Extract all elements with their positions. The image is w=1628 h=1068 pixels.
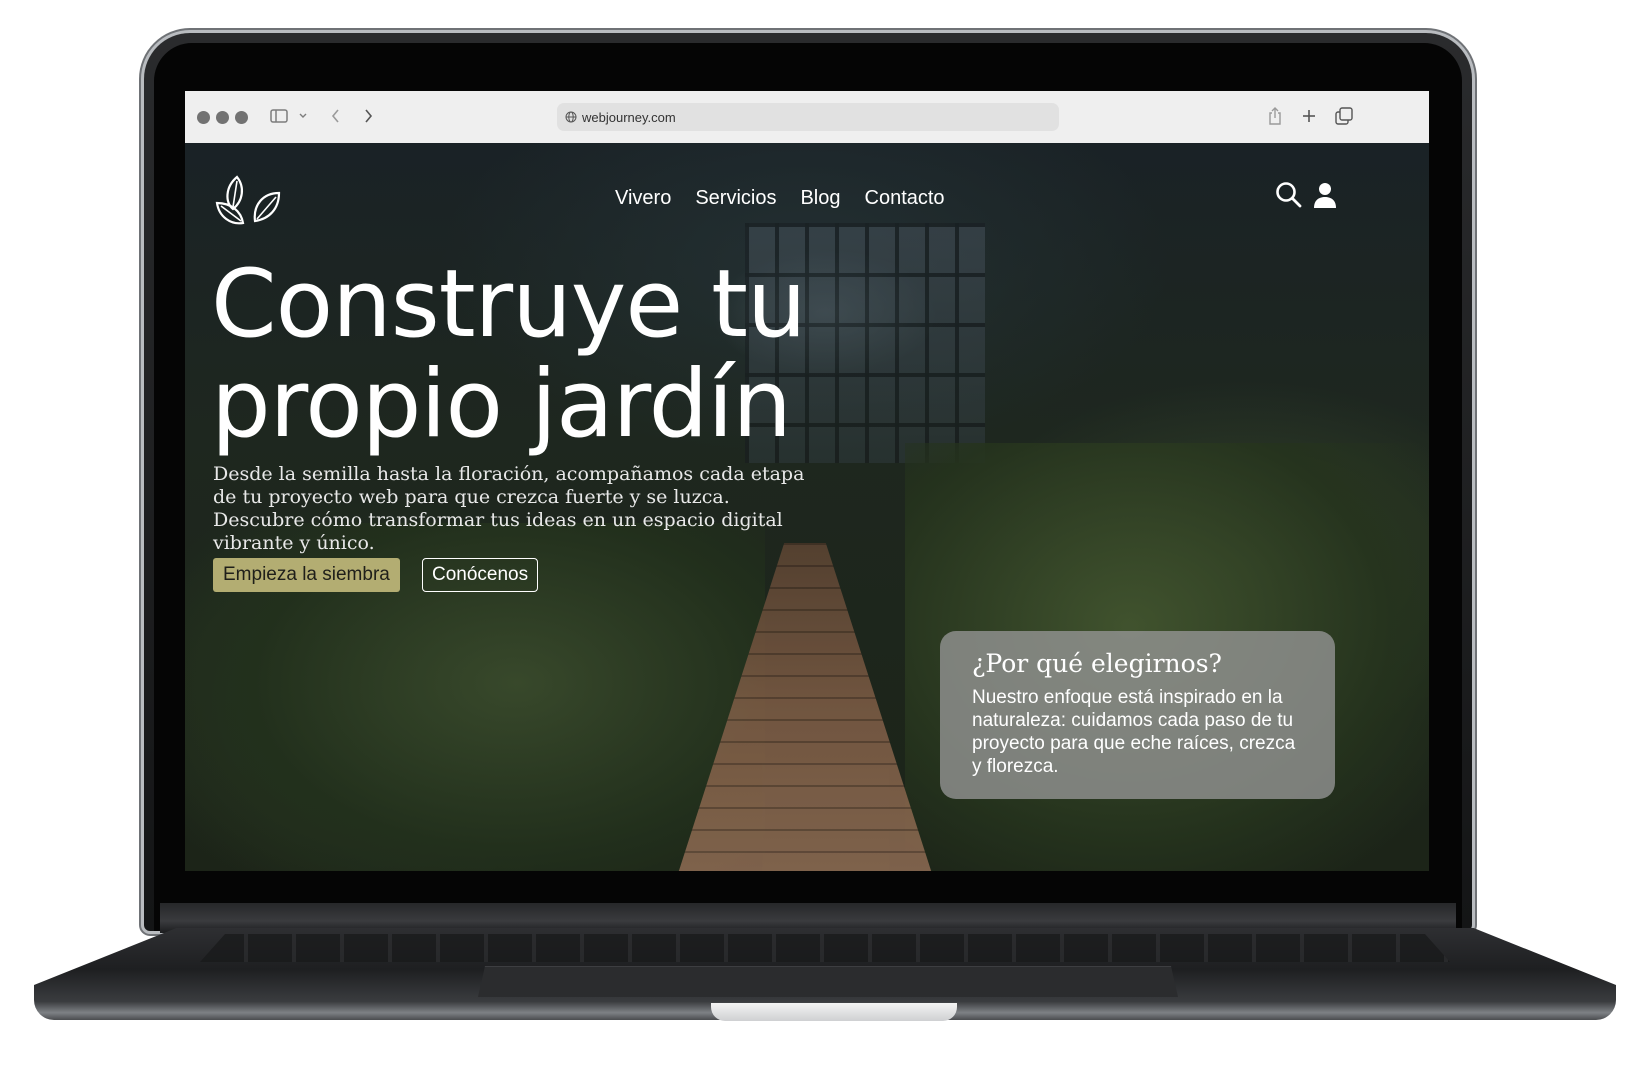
main-nav: Vivero Servicios Blog Contacto (615, 187, 945, 210)
hero-title: Construye tu propio jardín (211, 250, 807, 459)
trackpad (478, 966, 1178, 997)
url-text: webjourney.com (582, 109, 676, 125)
user-icon[interactable] (1312, 181, 1338, 209)
browser-toolbar: webjourney.com (185, 91, 1429, 144)
keyboard (200, 934, 1450, 962)
plus-icon[interactable] (1299, 105, 1319, 127)
leaves-logo-icon[interactable] (215, 173, 285, 229)
lid-opening-notch (711, 1003, 957, 1021)
why-us-title: ¿Por qué elegirnos? (972, 649, 1222, 678)
close-window-button[interactable] (197, 111, 210, 124)
hero-subtitle: Desde la semilla hasta la floración, aco… (213, 463, 805, 554)
why-us-card: ¿Por qué elegirnos? Nuestro enfoque está… (940, 631, 1335, 799)
back-icon[interactable] (327, 105, 343, 127)
website-page: Vivero Servicios Blog Contacto Construye… (185, 143, 1429, 871)
start-button[interactable]: Empieza la siembra (213, 558, 400, 592)
tabs-icon[interactable] (1334, 105, 1354, 127)
about-button[interactable]: Conócenos (422, 558, 539, 592)
nav-blog[interactable]: Blog (800, 187, 840, 210)
forward-icon[interactable] (360, 105, 376, 127)
nav-vivero[interactable]: Vivero (615, 187, 671, 210)
nav-contacto[interactable]: Contacto (865, 187, 945, 210)
screen: webjourney.com Vivero Servicios Blog Con… (185, 91, 1429, 871)
address-bar[interactable]: webjourney.com (557, 103, 1059, 131)
chevron-down-icon[interactable] (297, 105, 309, 127)
minimize-window-button[interactable] (216, 111, 229, 124)
why-us-text: Nuestro enfoque está inspirado en la nat… (972, 687, 1296, 777)
search-icon[interactable] (1275, 181, 1303, 209)
zoom-window-button[interactable] (235, 111, 248, 124)
share-icon[interactable] (1265, 105, 1285, 127)
nav-servicios[interactable]: Servicios (695, 187, 776, 210)
globe-icon (565, 111, 577, 123)
sidebar-icon[interactable] (269, 105, 289, 127)
